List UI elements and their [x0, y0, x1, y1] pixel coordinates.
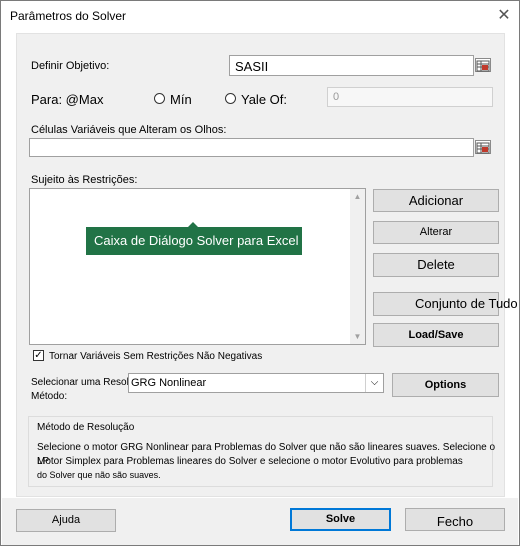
to-max-label[interactable]: Para: @Max — [31, 92, 103, 107]
value-of-value: 0 — [333, 91, 340, 103]
reset-all-button[interactable]: Conjunto de Tudo — [373, 292, 518, 316]
chevron-down-icon[interactable]: ⌵ — [365, 374, 383, 392]
add-button[interactable]: Adicionar — [373, 189, 499, 212]
options-button[interactable]: Options — [392, 373, 499, 397]
nonneg-checkbox[interactable]: ✓ — [33, 350, 44, 361]
method-label-line2: Método: — [31, 391, 68, 402]
method-select[interactable]: GRG Nonlinear ⌵ — [128, 373, 384, 393]
close-icon[interactable]: ✕ — [495, 7, 513, 25]
variable-cells-label: Células Variáveis que Alteram os Olhos: — [31, 124, 227, 136]
change-button[interactable]: Alterar — [373, 221, 499, 244]
window-title: Parâmetros do Solver — [10, 9, 127, 23]
method-desc-line3: do Solver que não são suaves. — [37, 470, 161, 480]
min-label: Mín — [170, 92, 192, 107]
value-of-input[interactable]: 0 — [327, 87, 493, 107]
min-radio[interactable] — [154, 93, 165, 104]
nonneg-label: Tornar Variáveis Sem Restrições Não Nega… — [49, 351, 263, 362]
value-of-label: Yale Of: — [241, 92, 288, 107]
method-desc-line2: Motor Simplex para Problemas lineares do… — [37, 456, 463, 467]
constraints-scrollbar[interactable]: ▲ ▼ — [350, 189, 365, 344]
solve-button[interactable]: Solve — [290, 508, 391, 531]
method-group-title: Método de Resolução — [37, 422, 135, 433]
variable-cells-range-picker-button[interactable] — [475, 140, 491, 154]
title-bar: Parâmetros do Solver ✕ — [1, 1, 519, 31]
constraints-list[interactable]: ▲ ▼ — [29, 188, 366, 345]
objective-input[interactable]: SASII — [229, 55, 474, 76]
solver-parameters-dialog: Parâmetros do Solver ✕ Definir Objetivo:… — [0, 0, 520, 546]
scroll-down-icon[interactable]: ▼ — [350, 329, 365, 344]
variable-cells-input[interactable] — [29, 138, 474, 157]
screenshot-caption-tooltip: Caixa de Diálogo Solver para Excel 2010 … — [86, 227, 302, 255]
objective-range-picker-button[interactable] — [475, 58, 491, 72]
load-save-button[interactable]: Load/Save — [373, 323, 499, 347]
close-button[interactable]: Fecho — [405, 508, 505, 531]
value-of-radio[interactable] — [225, 93, 236, 104]
method-selected-value: GRG Nonlinear — [131, 377, 207, 389]
range-select-icon — [476, 142, 490, 154]
range-select-icon — [476, 60, 490, 72]
objective-value: SASII — [235, 59, 269, 74]
scroll-up-icon[interactable]: ▲ — [350, 189, 365, 204]
delete-button[interactable]: Delete — [373, 253, 499, 277]
objective-label: Definir Objetivo: — [31, 60, 110, 72]
constraints-label: Sujeito às Restrições: — [31, 174, 138, 186]
help-button[interactable]: Ajuda — [16, 509, 116, 532]
